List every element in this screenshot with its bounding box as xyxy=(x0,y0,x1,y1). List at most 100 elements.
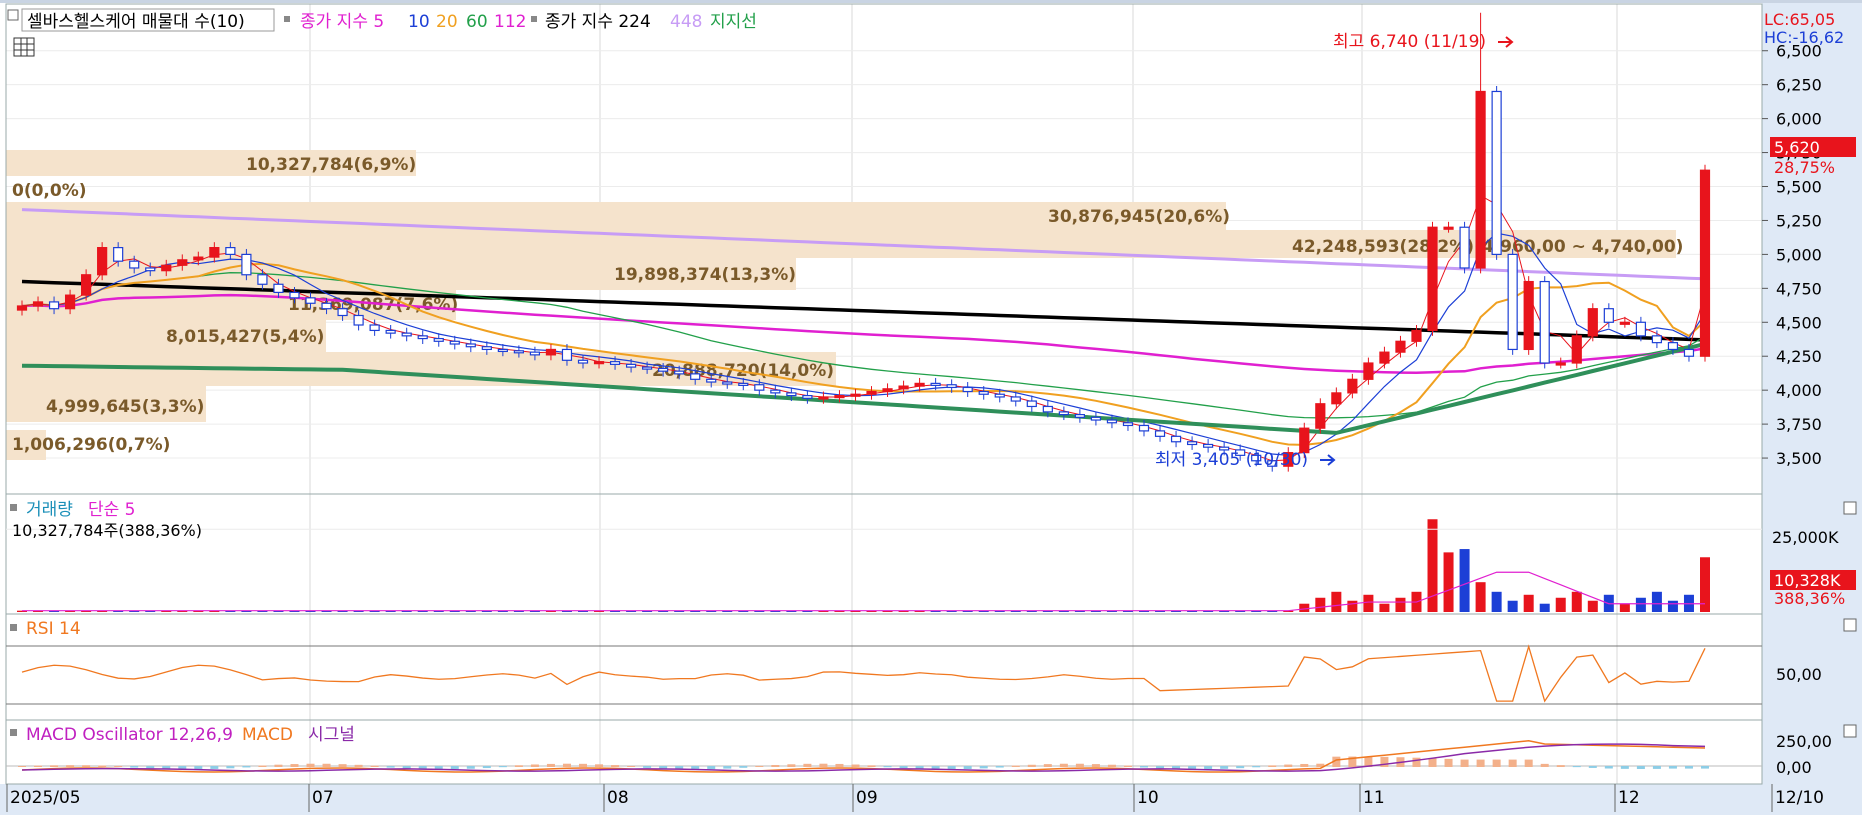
macd-oscillator-bar xyxy=(1652,766,1661,769)
high-annotation: 최고 6,740 (11/19) xyxy=(1333,32,1486,52)
macd-oscillator-bar xyxy=(1428,758,1437,767)
macd-oscillator-bar xyxy=(1524,759,1533,767)
candle-body xyxy=(433,337,444,342)
candle-body xyxy=(1555,362,1566,366)
macd-oscillator-bar xyxy=(1588,766,1597,768)
macd-oscillator-bar xyxy=(146,766,155,769)
macd-oscillator-bar xyxy=(611,765,620,767)
macd-oscillator-bar xyxy=(803,763,812,767)
macd-tick-top: 250,00 xyxy=(1776,732,1832,751)
volume-profile-label: 10,327,784(6,9%) xyxy=(246,155,416,175)
rsi-close-icon[interactable] xyxy=(1843,618,1857,632)
macd-oscillator-bar xyxy=(66,765,75,767)
candle-body xyxy=(145,267,156,272)
candle-body xyxy=(930,382,941,386)
candle-body xyxy=(417,335,428,340)
macd-oscillator-bar xyxy=(450,766,459,770)
macd-oscillator-bar xyxy=(242,766,251,768)
macd-oscillator-bar xyxy=(899,766,908,769)
volume-close-icon[interactable] xyxy=(1843,501,1857,515)
date-axis-bg xyxy=(0,784,1862,815)
volume-bar xyxy=(1427,519,1438,612)
candle-body xyxy=(32,301,44,307)
volume-profile-label: 1,006,296(0,7%) xyxy=(12,435,170,455)
macd-oscillator-bar xyxy=(1140,766,1148,768)
candle-body xyxy=(1347,378,1358,394)
macd-oscillator-bar xyxy=(963,766,972,769)
candle-body xyxy=(1186,441,1198,446)
macd-oscillator-bar xyxy=(1668,766,1677,769)
volume-profile-label: 0(0,0%) xyxy=(12,181,87,201)
legend-ma10: 10 xyxy=(408,12,430,32)
volume-bar xyxy=(1315,597,1326,612)
candle-body xyxy=(161,264,172,272)
candle-body xyxy=(449,340,460,345)
candle-body xyxy=(465,343,476,348)
candle-body xyxy=(1619,321,1630,325)
macd-oscillator-bar xyxy=(1075,763,1084,767)
candle-body xyxy=(1315,403,1326,429)
candle-body xyxy=(257,274,268,285)
legend-ma20: 20 xyxy=(436,12,458,32)
macd-oscillator-bar xyxy=(1620,766,1629,769)
candle-body xyxy=(1635,321,1646,337)
candle-body xyxy=(48,301,60,310)
macd-marker xyxy=(10,729,17,736)
price-tick-label: 5,500 xyxy=(1776,178,1822,197)
volume-profile-label: 19,898,374(13,3%) xyxy=(614,265,796,285)
candle-body xyxy=(1138,424,1150,432)
candle-body xyxy=(241,253,252,276)
candle-body xyxy=(273,283,284,294)
candle-body xyxy=(497,348,508,353)
volume-profile-label: 42,248,593(28,2%)(4,960,00 ~ 4,740,00) xyxy=(1292,237,1683,257)
candle-body xyxy=(1203,443,1214,448)
macd-oscillator-bar xyxy=(1284,764,1293,767)
candle-body xyxy=(625,363,637,368)
candle-body xyxy=(577,359,589,364)
candle-body xyxy=(1106,419,1118,424)
volume-bar xyxy=(1667,600,1678,612)
candle-body xyxy=(834,395,845,399)
macd-oscillator-bar xyxy=(1476,759,1485,767)
legend-ma2-label: 종가 지수 224 xyxy=(545,12,651,32)
macd-close-icon[interactable] xyxy=(1843,724,1857,738)
volume-bar xyxy=(1475,582,1486,612)
candle-body xyxy=(1507,253,1518,351)
stock-chart[interactable]: 0(0,0%) 10,327,784(6,9%) 30,876,945(20,6%)… xyxy=(0,0,1862,815)
candle-body xyxy=(1651,335,1663,344)
candle-body xyxy=(1090,416,1102,421)
macd-oscillator-bar xyxy=(1011,765,1020,767)
macd-oscillator-bar xyxy=(579,763,587,767)
candle-body xyxy=(305,297,316,304)
candle-body xyxy=(754,384,765,391)
candle-body xyxy=(369,324,380,332)
collapse-icon[interactable] xyxy=(7,9,19,21)
candle-body xyxy=(978,390,989,395)
macd-oscillator-bar xyxy=(354,764,363,767)
date-label: 10 xyxy=(1137,788,1159,808)
price-tick-label: 5,250 xyxy=(1776,211,1822,230)
table-icon[interactable] xyxy=(13,37,35,57)
candle-body xyxy=(1427,226,1438,332)
volume-bar xyxy=(1379,603,1390,612)
candle-body xyxy=(1058,411,1069,416)
macd-oscillator-bar xyxy=(306,763,315,767)
candle-body xyxy=(545,348,557,356)
date-label: 12 xyxy=(1618,788,1640,808)
candle-body xyxy=(1122,422,1134,427)
candle-body xyxy=(129,260,140,269)
price-tick-label: 4,500 xyxy=(1776,313,1822,332)
macd-oscillator-bar xyxy=(1604,766,1613,769)
macd-oscillator-bar xyxy=(1412,757,1421,767)
candle-body xyxy=(193,256,204,261)
macd-oscillator-bar xyxy=(1236,766,1245,769)
candle-body xyxy=(113,247,124,262)
candle-body xyxy=(529,351,541,356)
candle-body xyxy=(1026,400,1037,408)
macd-oscillator-bar xyxy=(1156,766,1165,769)
macd-label: MACD xyxy=(242,725,293,745)
volume-marker xyxy=(10,504,17,511)
candle-body xyxy=(1379,351,1390,364)
macd-oscillator-bar xyxy=(643,766,652,768)
candle-body xyxy=(850,393,861,397)
